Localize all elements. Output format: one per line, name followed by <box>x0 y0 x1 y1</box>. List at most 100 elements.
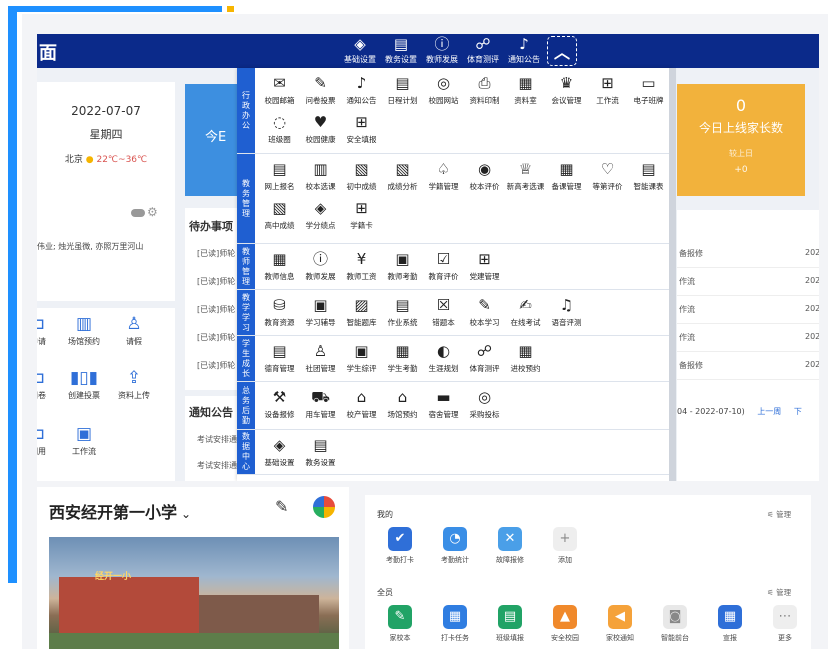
app-survey[interactable]: ⊐ 问卷 <box>37 368 59 401</box>
next-week-link[interactable]: 下 <box>794 407 802 416</box>
app-upload[interactable]: ⇪ 资料上传 <box>113 368 155 401</box>
menu-item[interactable]: ▤ 智能课表 <box>628 158 669 197</box>
app-tile[interactable]: ◙ 智能前台 <box>648 605 702 643</box>
edit-icon[interactable]: ✎ <box>275 497 288 516</box>
menu-item[interactable]: ◎ 采购投标 <box>464 386 505 425</box>
app-call[interactable]: ⊐ 调用 <box>37 424 59 457</box>
menu-item[interactable]: ♙ 社团管理 <box>300 340 341 379</box>
menu-item[interactable]: ⚒ 设备报修 <box>259 386 300 425</box>
table-row[interactable]: 备报修 202 <box>677 240 819 268</box>
menu-item[interactable]: ▣ 学生综评 <box>341 340 382 379</box>
menu-item[interactable]: ⊞ 党建管理 <box>464 248 505 287</box>
menu-scrollbar[interactable] <box>669 68 676 481</box>
app-tile[interactable]: ✎ 家校本 <box>373 605 427 643</box>
app-tile[interactable]: + 添加 <box>538 527 592 565</box>
todo-row[interactable]: [已读]师轮 <box>197 360 235 371</box>
menu-item[interactable]: ▤ 日程计划 <box>382 72 423 111</box>
app-tile[interactable]: ✔ 考勤打卡 <box>373 527 427 565</box>
table-row[interactable]: 备报修 202 <box>677 352 819 380</box>
table-row[interactable]: 作流 202 <box>677 296 819 324</box>
menu-item[interactable]: ▬ 宿舍管理 <box>423 386 464 425</box>
app-tile[interactable]: ▦ 打卡任务 <box>428 605 482 643</box>
menu-item[interactable]: ▣ 学习辅导 <box>300 294 341 333</box>
menu-item[interactable]: ◈ 基础设置 <box>259 434 300 473</box>
app-tile[interactable]: ✕ 故障报修 <box>483 527 537 565</box>
app-create-vote[interactable]: ▮▯▮ 创建投票 <box>63 368 105 401</box>
menu-item[interactable]: ♡ 等第评价 <box>587 158 628 197</box>
gear-icon[interactable]: ⚙ <box>147 205 158 219</box>
menu-item[interactable]: ▦ 资料室 <box>505 72 546 111</box>
menu-item[interactable]: ✎ 校本学习 <box>464 294 505 333</box>
notice-row[interactable]: 考试安排通 <box>197 434 237 445</box>
menu-item[interactable]: ◎ 校园网站 <box>423 72 464 111</box>
app-tile[interactable]: ⋯ 更多 <box>758 605 812 643</box>
menu-item[interactable]: ⎙ 资料印制 <box>464 72 505 111</box>
menu-item[interactable]: ◐ 生涯规划 <box>423 340 464 379</box>
nav-basic-settings[interactable]: ◈ 基础设置 <box>342 35 378 66</box>
menu-item[interactable]: ✎ 问卷投票 <box>300 72 341 111</box>
menu-item[interactable]: ⊞ 学籍卡 <box>341 197 382 236</box>
nav-sports-evaluation[interactable]: ☍ 体育测评 <box>465 35 501 66</box>
todo-row[interactable]: [已读]师轮 <box>197 248 235 259</box>
manage-all-link[interactable]: ⚟ 管理 <box>767 587 791 598</box>
app-logo[interactable] <box>313 496 335 518</box>
menu-item[interactable]: ☒ 错题本 <box>423 294 464 333</box>
menu-item[interactable]: ✍ 在线考试 <box>505 294 546 333</box>
menu-item[interactable]: ▤ 网上报名 <box>259 158 300 197</box>
menu-item[interactable]: ▧ 成绩分析 <box>382 158 423 197</box>
menu-item[interactable]: ♫ 语音评测 <box>546 294 587 333</box>
menu-item[interactable]: ♪ 通知公告 <box>341 72 382 111</box>
menu-item[interactable]: ▤ 作业系统 <box>382 294 423 333</box>
collapse-menu-button[interactable]: ︿ <box>547 36 577 66</box>
menu-item[interactable]: ▨ 智能题库 <box>341 294 382 333</box>
menu-item[interactable]: ♕ 新高考选课 <box>505 158 546 197</box>
app-tile[interactable]: ◀ 家校通知 <box>593 605 647 643</box>
app-tile[interactable]: ▦ 宣报 <box>703 605 757 643</box>
menu-item[interactable]: ⓘ 教师发展 <box>300 248 341 287</box>
menu-item[interactable]: ♥ 校园健康 <box>300 111 341 150</box>
menu-item[interactable]: ◌ 班级圈 <box>259 111 300 150</box>
toggle-switch[interactable] <box>131 209 145 217</box>
menu-item[interactable]: ▦ 进校预约 <box>505 340 546 379</box>
todo-row[interactable]: [已读]师轮 <box>197 304 235 315</box>
notice-row[interactable]: 考试安排通 <box>197 460 237 471</box>
school-switcher[interactable]: 西安经开第一小学 ⌄ <box>49 499 191 523</box>
menu-item[interactable]: ▧ 高中成绩 <box>259 197 300 236</box>
app-tile[interactable]: ▲ 安全校园 <box>538 605 592 643</box>
table-row[interactable]: 作流 202 <box>677 268 819 296</box>
menu-item[interactable]: ⊞ 工作流 <box>587 72 628 111</box>
menu-item[interactable]: ▭ 电子班牌 <box>628 72 669 111</box>
nav-academic-settings[interactable]: ▤ 教务设置 <box>383 35 419 66</box>
menu-item[interactable]: ▧ 初中成绩 <box>341 158 382 197</box>
menu-item[interactable]: ▦ 备课管理 <box>546 158 587 197</box>
nav-announcements[interactable]: ♪ 通知公告 <box>506 35 542 66</box>
prev-week-link[interactable]: 上一周 <box>757 407 781 416</box>
app-apply[interactable]: ⊐ 申请 <box>37 314 59 347</box>
menu-item[interactable]: ☑ 教育评价 <box>423 248 464 287</box>
menu-item[interactable]: ▤ 教务设置 <box>300 434 341 473</box>
app-tile[interactable]: ▤ 班级填报 <box>483 605 537 643</box>
app-venue-booking[interactable]: ▥ 场馆预约 <box>63 314 105 347</box>
menu-item[interactable]: ▥ 校本选课 <box>300 158 341 197</box>
menu-item[interactable]: ♤ 学籍管理 <box>423 158 464 197</box>
app-leave[interactable]: ♙ 请假 <box>113 314 155 347</box>
menu-item[interactable]: ⛟ 用车管理 <box>300 386 341 425</box>
menu-item[interactable]: ◈ 学分绩点 <box>300 197 341 236</box>
menu-item[interactable]: ▣ 教师考勤 <box>382 248 423 287</box>
menu-item[interactable]: ¥ 教师工资 <box>341 248 382 287</box>
menu-item[interactable]: ⊞ 安全填报 <box>341 111 382 150</box>
nav-teacher-development[interactable]: ⓘ 教师发展 <box>424 35 460 66</box>
todo-row[interactable]: [已读]师轮 <box>197 276 235 287</box>
menu-item[interactable]: ▤ 德育管理 <box>259 340 300 379</box>
manage-mine-link[interactable]: ⚟ 管理 <box>767 509 791 520</box>
menu-item[interactable]: ⌂ 校产管理 <box>341 386 382 425</box>
menu-item[interactable]: ✉ 校园邮箱 <box>259 72 300 111</box>
menu-item[interactable]: ◉ 校本评价 <box>464 158 505 197</box>
table-row[interactable]: 作流 202 <box>677 324 819 352</box>
menu-item[interactable]: ☍ 体育测评 <box>464 340 505 379</box>
menu-item[interactable]: ♛ 会议管理 <box>546 72 587 111</box>
app-tile[interactable]: ◔ 考勤统计 <box>428 527 482 565</box>
menu-item[interactable]: ⛁ 教育资源 <box>259 294 300 333</box>
menu-item[interactable]: ⌂ 场馆预约 <box>382 386 423 425</box>
menu-item[interactable]: ▦ 学生考勤 <box>382 340 423 379</box>
